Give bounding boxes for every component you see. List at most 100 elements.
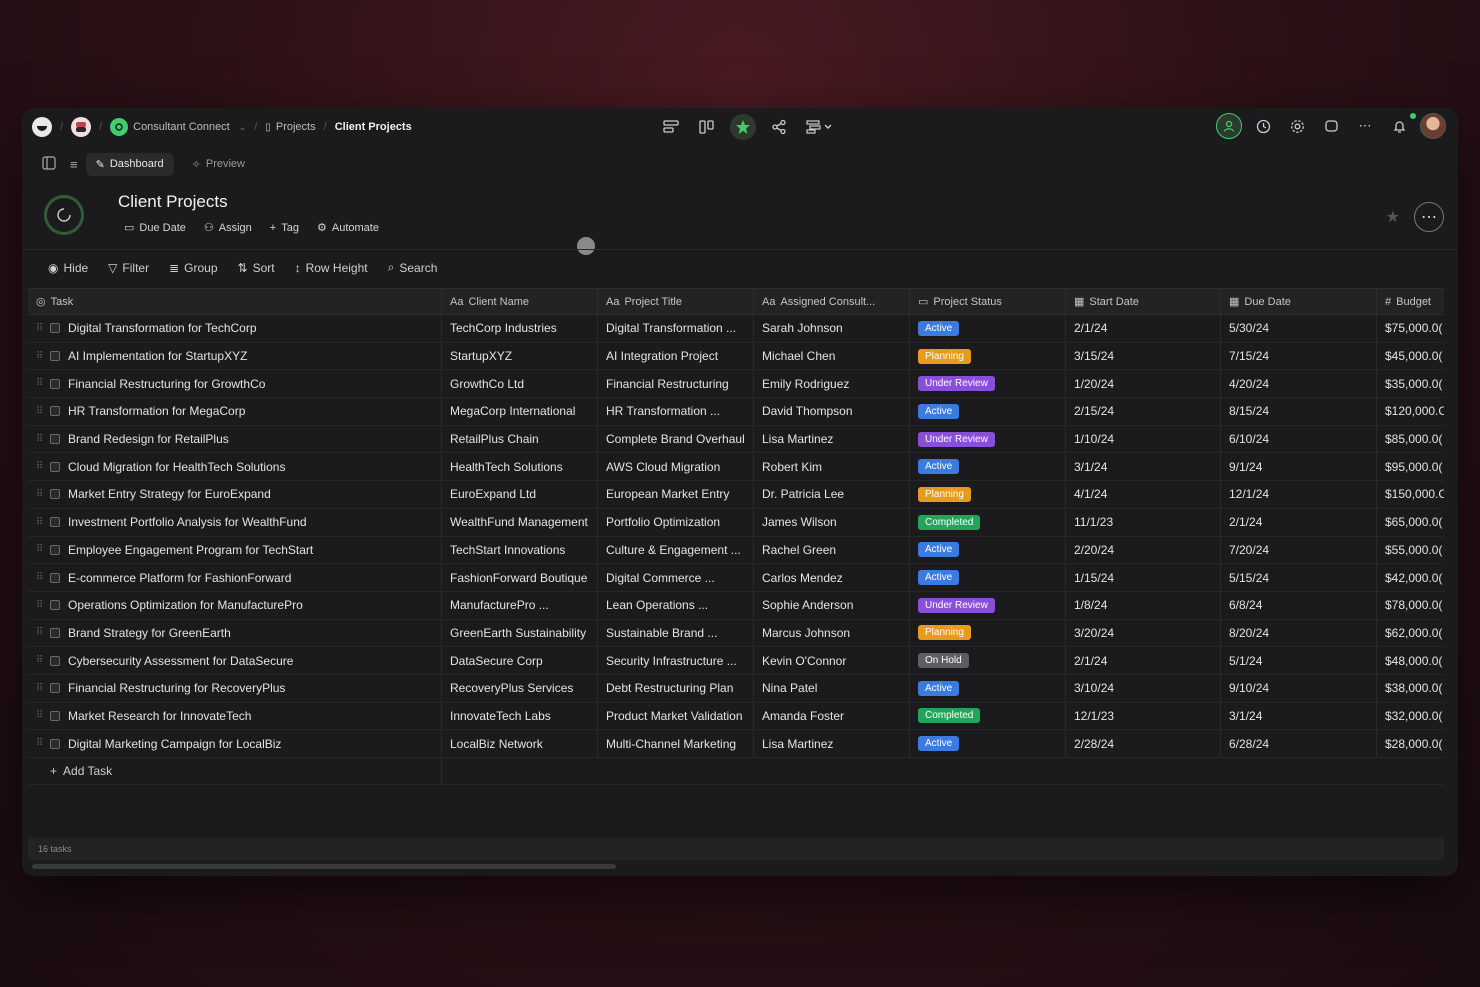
- project-status-icon[interactable]: [44, 195, 84, 235]
- project-title-cell[interactable]: Debt Restructuring Plan: [598, 674, 754, 702]
- client-cell[interactable]: LocalBiz Network: [442, 730, 598, 757]
- budget-cell[interactable]: $55,000.0(: [1377, 537, 1444, 564]
- task-checkbox[interactable]: [50, 406, 60, 417]
- table-row[interactable]: ⠿ E-commerce Platform for FashionForward F…: [28, 564, 1444, 592]
- due-date-cell[interactable]: 7/20/24: [1221, 536, 1377, 564]
- task-cell[interactable]: ⠿ Market Research for InnovateTech: [28, 702, 442, 730]
- budget-cell[interactable]: $62,000.0(: [1377, 620, 1444, 647]
- org-logo-icon[interactable]: [71, 117, 92, 137]
- list-view-icon[interactable]: [658, 114, 684, 140]
- task-checkbox[interactable]: [50, 351, 60, 362]
- project-title-cell[interactable]: Product Market Validation: [598, 702, 754, 730]
- drag-handle-icon[interactable]: ⠿: [36, 489, 46, 500]
- consultant-cell[interactable]: Carlos Mendez: [754, 564, 910, 591]
- project-title-cell[interactable]: Culture & Engagement ...: [598, 536, 754, 564]
- consultant-cell[interactable]: Amanda Foster: [754, 702, 910, 730]
- add-task-cell[interactable]: + Add Task: [28, 758, 442, 784]
- project-title-cell[interactable]: AWS Cloud Migration: [598, 453, 754, 481]
- sort-button[interactable]: ⇅ Sort: [238, 260, 275, 275]
- due-date-cell[interactable]: 6/28/24: [1221, 730, 1377, 757]
- start-date-cell[interactable]: 2/28/24: [1066, 730, 1221, 757]
- project-title-cell[interactable]: Financial Restructuring: [598, 370, 754, 398]
- task-checkbox[interactable]: [50, 683, 60, 694]
- consultant-cell[interactable]: Sarah Johnson: [754, 315, 910, 342]
- drag-handle-icon[interactable]: ⠿: [36, 351, 46, 362]
- status-cell[interactable]: Planning: [910, 619, 1066, 647]
- column-header-task[interactable]: ◎ Task: [28, 289, 442, 314]
- layout-dropdown-icon[interactable]: [802, 114, 838, 140]
- column-header-title[interactable]: Aa Project Title: [598, 289, 754, 314]
- due-date-cell[interactable]: 4/20/24: [1221, 370, 1377, 398]
- table-row[interactable]: ⠿ Digital Transformation for TechCorp Tech…: [28, 315, 1444, 343]
- status-cell[interactable]: Active: [910, 674, 1066, 702]
- due-date-cell[interactable]: 5/15/24: [1221, 564, 1377, 591]
- project-title-cell[interactable]: Sustainable Brand ...: [598, 619, 754, 647]
- task-checkbox[interactable]: [50, 517, 60, 528]
- consultant-cell[interactable]: Emily Rodriguez: [754, 370, 910, 398]
- budget-cell[interactable]: $32,000.0(: [1377, 703, 1444, 730]
- task-checkbox[interactable]: [50, 738, 60, 749]
- task-cell[interactable]: ⠿ Employee Engagement Program for TechSta…: [28, 536, 442, 564]
- status-cell[interactable]: Active: [910, 564, 1066, 591]
- client-cell[interactable]: MegaCorp International: [442, 398, 598, 425]
- table-row[interactable]: ⠿ Employee Engagement Program for TechSta…: [28, 536, 1444, 565]
- client-cell[interactable]: TechStart Innovations: [442, 536, 598, 564]
- consultant-cell[interactable]: David Thompson: [754, 398, 910, 425]
- client-cell[interactable]: GrowthCo Ltd: [442, 370, 598, 398]
- due-date-cell[interactable]: 12/1/24: [1221, 481, 1377, 508]
- start-date-cell[interactable]: 3/20/24: [1066, 619, 1221, 647]
- start-date-cell[interactable]: 2/1/24: [1066, 647, 1221, 674]
- task-cell[interactable]: ⠿ Brand Redesign for RetailPlus: [28, 425, 442, 453]
- consultant-cell[interactable]: Sophie Anderson: [754, 591, 910, 619]
- task-cell[interactable]: ⠿ Cybersecurity Assessment for DataSecure: [28, 647, 442, 674]
- task-cell[interactable]: ⠿ Cloud Migration for HealthTech Solution…: [28, 453, 442, 481]
- table-row[interactable]: ⠿ Operations Optimization for Manufacture…: [28, 591, 1444, 620]
- status-cell[interactable]: Active: [910, 536, 1066, 564]
- task-checkbox[interactable]: [50, 461, 60, 472]
- status-cell[interactable]: Active: [910, 315, 1066, 342]
- hide-button[interactable]: ◉ Hide: [48, 260, 88, 275]
- status-cell[interactable]: On Hold: [910, 647, 1066, 674]
- due-date-cell[interactable]: 8/20/24: [1221, 619, 1377, 647]
- notification-bell-icon[interactable]: [1386, 113, 1412, 139]
- due-date-cell[interactable]: 7/15/24: [1221, 342, 1377, 370]
- group-button[interactable]: ≣ Group: [169, 260, 217, 275]
- client-cell[interactable]: InnovateTech Labs: [442, 702, 598, 730]
- drag-handle-icon[interactable]: ⠿: [36, 517, 46, 528]
- start-date-cell[interactable]: 2/15/24: [1066, 398, 1221, 425]
- drag-handle-icon[interactable]: ⠿: [36, 378, 46, 389]
- task-checkbox[interactable]: [50, 655, 60, 666]
- budget-cell[interactable]: $120,000.C: [1377, 398, 1444, 425]
- due-date-cell[interactable]: 6/10/24: [1221, 425, 1377, 453]
- due-date-cell[interactable]: 9/10/24: [1221, 674, 1377, 702]
- task-checkbox[interactable]: [50, 572, 60, 583]
- breadcrumb-current[interactable]: Client Projects: [335, 121, 412, 133]
- share-icon[interactable]: [766, 114, 792, 140]
- sidebar-toggle-icon[interactable]: [42, 155, 56, 173]
- budget-cell[interactable]: $65,000.0(: [1377, 509, 1444, 536]
- automate-action[interactable]: ⚙ Automate: [317, 221, 379, 235]
- consultant-cell[interactable]: Marcus Johnson: [754, 619, 910, 647]
- start-date-cell[interactable]: 3/1/24: [1066, 453, 1221, 481]
- table-row[interactable]: ⠿ Market Entry Strategy for EuroExpand Eur…: [28, 481, 1444, 509]
- client-cell[interactable]: EuroExpand Ltd: [442, 481, 598, 508]
- drag-handle-icon[interactable]: ⠿: [36, 434, 46, 445]
- favorite-star-icon[interactable]: [730, 114, 756, 140]
- task-cell[interactable]: ⠿ Digital Transformation for TechCorp: [28, 315, 442, 342]
- budget-cell[interactable]: $28,000.0(: [1377, 730, 1444, 757]
- column-header-start[interactable]: ▦ Start Date: [1066, 289, 1221, 314]
- more-options-icon[interactable]: ⋯: [1352, 113, 1378, 139]
- project-title-cell[interactable]: Complete Brand Overhaul: [598, 425, 754, 453]
- task-checkbox[interactable]: [50, 627, 60, 638]
- task-cell[interactable]: ⠿ AI Implementation for StartupXYZ: [28, 342, 442, 370]
- task-checkbox[interactable]: [50, 378, 60, 389]
- table-row[interactable]: ⠿ Market Research for InnovateTech Innovat…: [28, 702, 1444, 731]
- column-header-consultant[interactable]: Aa Assigned Consult...: [754, 289, 910, 314]
- filter-button[interactable]: ▽ Filter: [108, 260, 149, 275]
- client-cell[interactable]: DataSecure Corp: [442, 647, 598, 674]
- table-row[interactable]: ⠿ Cybersecurity Assessment for DataSecure…: [28, 647, 1444, 675]
- task-cell[interactable]: ⠿ Digital Marketing Campaign for LocalBiz: [28, 730, 442, 757]
- start-date-cell[interactable]: 2/1/24: [1066, 315, 1221, 342]
- status-cell[interactable]: Active: [910, 398, 1066, 425]
- due-date-cell[interactable]: 5/30/24: [1221, 315, 1377, 342]
